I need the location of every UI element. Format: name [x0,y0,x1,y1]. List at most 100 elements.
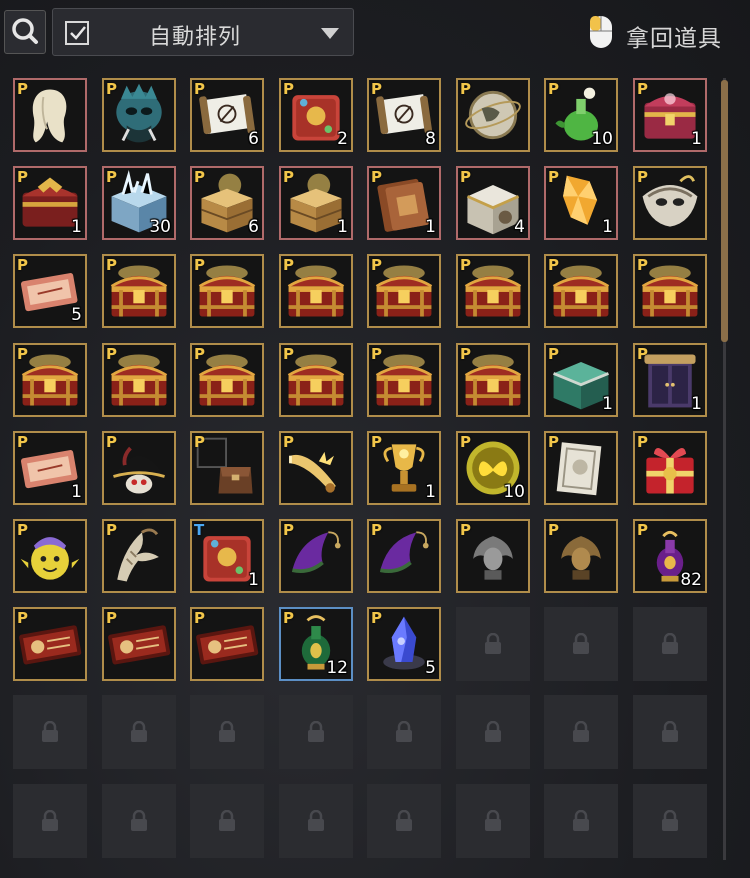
inventory-slot[interactable]: P [279,254,353,328]
item-tag: P [371,433,382,451]
inventory-slot[interactable]: P 10 [456,431,530,505]
inventory-slot[interactable]: P 82 [633,519,707,593]
inventory-slot[interactable]: P [456,78,530,152]
inventory-slot[interactable]: P [102,254,176,328]
item-count: 4 [514,217,525,237]
inventory-slot[interactable]: P 12 [279,607,353,681]
inventory-slot[interactable]: P [190,343,264,417]
inventory-slot[interactable]: P [102,78,176,152]
locked-slot [190,695,264,769]
item-tag: P [194,433,205,451]
inventory-slot[interactable]: P [544,519,618,593]
inventory-slot[interactable]: P [102,343,176,417]
chevron-down-icon[interactable] [321,28,339,39]
inventory-slot[interactable]: P5 [367,607,441,681]
inventory-slot[interactable]: P [13,343,87,417]
inventory-slot[interactable]: P [13,519,87,593]
inventory-slot[interactable]: P [102,607,176,681]
item-count: 1 [71,217,82,237]
inventory-slot[interactable]: P1 [367,431,441,505]
item-count: 1 [248,570,259,590]
item-tag: P [371,345,382,363]
locked-slot [279,695,353,769]
inventory-slot[interactable]: P [279,343,353,417]
inventory-slot[interactable]: P [279,519,353,593]
inventory-slot[interactable]: P 10 [544,78,618,152]
inventory-slot[interactable]: P [367,343,441,417]
inventory-slot[interactable]: P1 [13,166,87,240]
item-count: 82 [680,570,702,590]
item-tag: P [637,80,648,98]
inventory-slot[interactable]: P [367,519,441,593]
inventory-slot[interactable]: P [190,431,264,505]
item-tag: P [460,433,471,451]
inventory-slot[interactable]: P1 [633,78,707,152]
inventory-slot[interactable]: P5 [13,254,87,328]
inventory-slot[interactable]: P [456,254,530,328]
item-count: 1 [602,217,613,237]
inventory-slot[interactable]: P [190,254,264,328]
inventory-slot[interactable]: P8 [367,78,441,152]
item-tag: P [17,256,28,274]
lock-icon [662,633,678,654]
search-button[interactable] [4,10,46,54]
item-tag: P [106,256,117,274]
inventory-slot[interactable]: P [633,431,707,505]
item-tag: P [548,521,559,539]
checkmark-icon [70,26,86,40]
inventory-slot[interactable]: P [456,343,530,417]
item-count: 1 [337,217,348,237]
item-count: 1 [425,482,436,502]
inventory-slot[interactable]: P [102,519,176,593]
mouse-icon [590,16,612,48]
item-count: 10 [503,482,525,502]
locked-slot [456,695,530,769]
item-count: 2 [337,129,348,149]
inventory-slot[interactable]: T1 [190,519,264,593]
item-tag: P [194,168,205,186]
item-tag: P [548,168,559,186]
inventory-slot[interactable]: P [190,607,264,681]
inventory-slot[interactable]: P2 [279,78,353,152]
locked-slot [367,784,441,858]
inventory-slot[interactable]: P 30 [102,166,176,240]
inventory-slot[interactable]: P [279,431,353,505]
inventory-slot[interactable]: P [456,519,530,593]
locked-slot [102,695,176,769]
item-tag: P [548,80,559,98]
item-tag: P [460,256,471,274]
lock-icon [308,810,324,831]
inventory-slot[interactable]: P1 [13,431,87,505]
inventory-slot[interactable]: P1 [544,166,618,240]
inventory-slot[interactable]: P [13,607,87,681]
item-tag: P [637,433,648,451]
inventory-slot[interactable]: P1 [633,343,707,417]
inventory-slot[interactable]: P [633,254,707,328]
inventory-slot[interactable]: P1 [367,166,441,240]
item-tag: P [194,609,205,627]
lock-icon [42,810,58,831]
locked-slot [544,695,618,769]
inventory-slot[interactable]: P1 [279,166,353,240]
item-tag: P [106,433,117,451]
inventory-scrollbar[interactable] [719,78,729,860]
inventory-slot[interactable]: P [367,254,441,328]
inventory-slot[interactable]: P [544,431,618,505]
inventory-slot[interactable]: P [633,166,707,240]
inventory-slot[interactable]: P6 [190,166,264,240]
item-tag: P [283,168,294,186]
scroll-thumb[interactable] [721,80,728,342]
inventory-slot[interactable]: P [13,78,87,152]
item-tag: P [460,345,471,363]
auto-sort-dropdown[interactable]: 自動排列 [52,8,354,56]
inventory-slot[interactable]: P [544,254,618,328]
locked-slot [102,784,176,858]
inventory-slot[interactable]: P4 [456,166,530,240]
inventory-slot[interactable]: P [102,431,176,505]
inventory-slot[interactable]: P1 [544,343,618,417]
item-count: 12 [326,658,348,678]
auto-sort-checkbox[interactable] [65,21,89,45]
locked-slot [544,607,618,681]
inventory-slot[interactable]: P6 [190,78,264,152]
item-count: 1 [602,394,613,414]
